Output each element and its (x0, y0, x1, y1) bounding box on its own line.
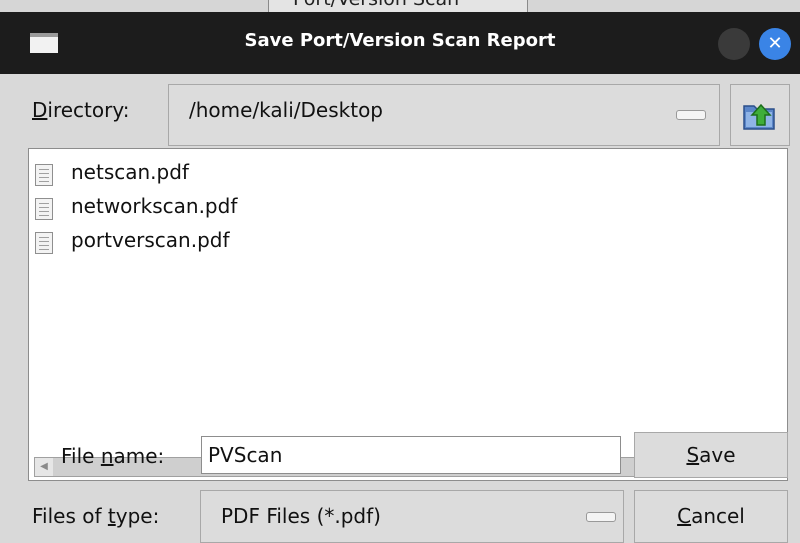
file-name: portverscan.pdf (71, 228, 230, 252)
window-title: Save Port/Version Scan Report (244, 30, 556, 51)
close-icon: ✕ (767, 33, 783, 54)
filetype-combo[interactable]: PDF Files (*.pdf) (200, 490, 624, 543)
background-window-tab: Port/Version Scan (268, 0, 528, 12)
filename-input[interactable] (201, 436, 621, 474)
save-dialog: Directory: /home/kali/Desktop netscan.pd… (0, 74, 800, 543)
title-bar[interactable]: Save Port/Version Scan Report ✕ (0, 12, 800, 74)
parent-directory-button[interactable] (730, 84, 790, 146)
chevron-left-icon: ◀ (40, 461, 48, 472)
document-icon (35, 164, 53, 186)
save-button[interactable]: Save (634, 432, 788, 478)
close-button[interactable]: ✕ (759, 28, 791, 60)
filetype-value: PDF Files (*.pdf) (221, 504, 381, 528)
cancel-button[interactable]: Cancel (634, 490, 788, 543)
filename-label: File name: (61, 444, 165, 468)
scroll-left-button[interactable]: ◀ (35, 458, 53, 476)
minimize-button[interactable] (718, 28, 750, 60)
document-icon (35, 198, 53, 220)
directory-value: /home/kali/Desktop (189, 98, 383, 122)
file-name: networkscan.pdf (71, 194, 238, 218)
filetype-label: Files of type: (32, 504, 160, 528)
document-icon (35, 232, 53, 254)
file-name: netscan.pdf (71, 160, 189, 184)
folder-up-icon (743, 103, 775, 130)
background-tab-title: Port/Version Scan (293, 0, 459, 10)
directory-combo[interactable]: /home/kali/Desktop (168, 84, 720, 146)
combo-indicator-icon (676, 110, 706, 120)
directory-label: Directory: (32, 98, 130, 122)
combo-indicator-icon (586, 512, 616, 522)
